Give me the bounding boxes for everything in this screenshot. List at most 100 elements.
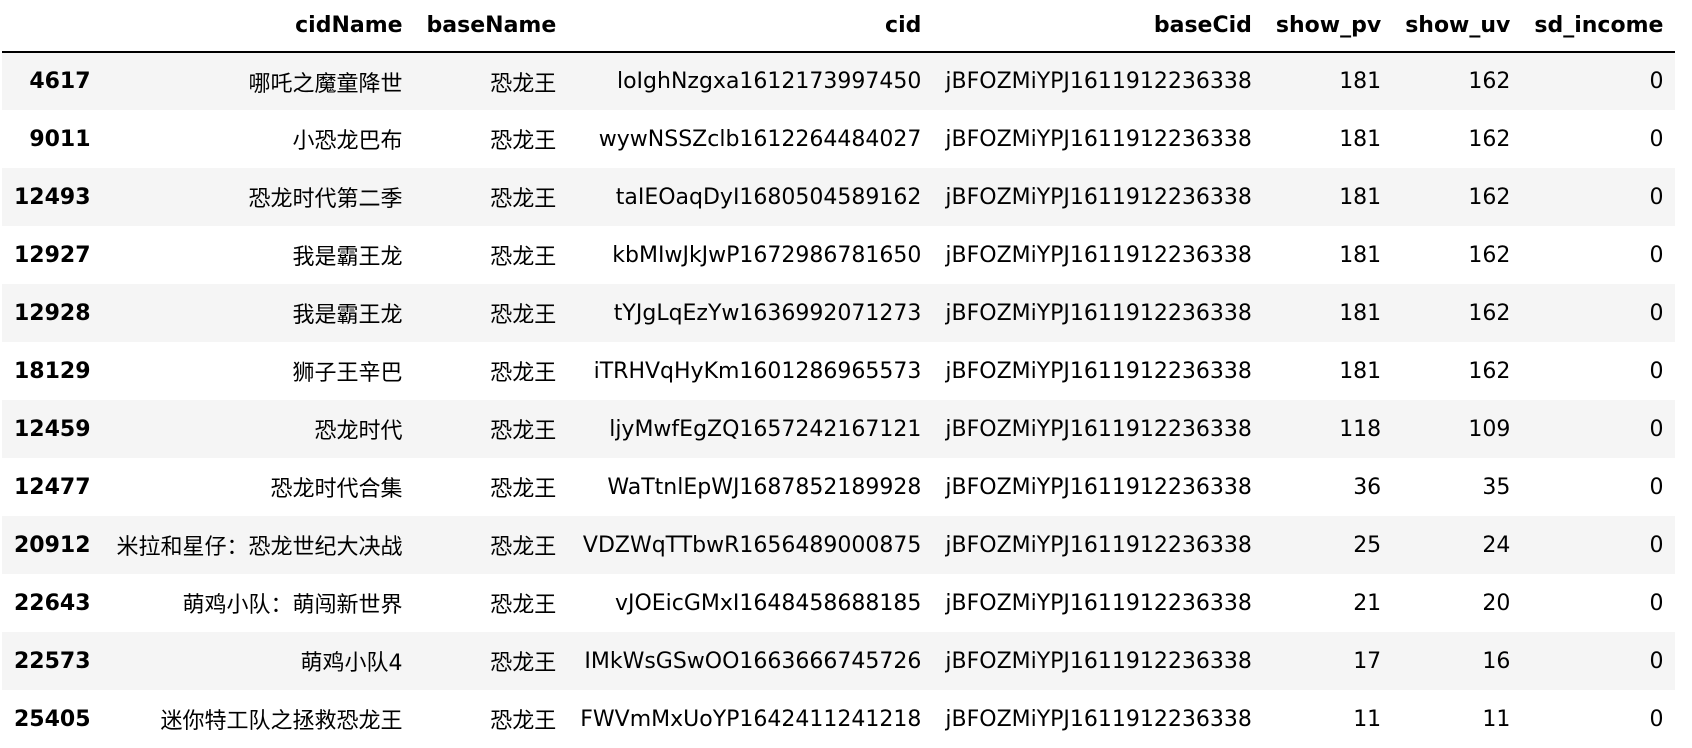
cell-cid: VDZWqTTbwR1656489000875 <box>582 532 922 558</box>
row-index: 4617 <box>29 69 91 94</box>
cell-show-pv: 181 <box>1339 69 1382 94</box>
cell-show-uv: 109 <box>1468 416 1511 442</box>
cell-basename: 恐龙王 <box>490 593 557 618</box>
row-index: 12477 <box>14 474 91 500</box>
cell-sd-income: 0 <box>1649 416 1664 442</box>
row-index: 25405 <box>14 706 91 732</box>
table-row: 20912 米拉和星仔：恐龙世纪大决战 恐龙王 VDZWqTTbwR165648… <box>2 516 1676 574</box>
cell-basecid: jBFOZMiYPJ1611912236338 <box>945 706 1252 732</box>
cell-cidname: 恐龙时代合集 <box>270 477 403 502</box>
cell-cidname: 恐龙时代第二季 <box>248 187 403 212</box>
row-index: 22643 <box>14 590 91 616</box>
cell-show-uv: 162 <box>1468 126 1511 152</box>
cell-cidname: 萌鸡小队：萌闯新世界 <box>182 593 403 618</box>
row-index: 20912 <box>14 532 91 558</box>
cell-cid: tYJgLqEzYw1636992071273 <box>613 300 922 326</box>
cell-show-pv: 181 <box>1339 126 1382 152</box>
cell-basecid: jBFOZMiYPJ1611912236338 <box>945 532 1252 558</box>
cell-basecid: jBFOZMiYPJ1611912236338 <box>945 648 1252 674</box>
cell-basename: 恐龙王 <box>490 535 557 560</box>
cell-cid: iTRHVqHyKm1601286965573 <box>593 358 922 384</box>
cell-cidname: 哪吒之魔童降世 <box>248 71 403 97</box>
cell-basecid: jBFOZMiYPJ1611912236338 <box>945 126 1252 152</box>
cell-cidname: 狮子王辛巴 <box>292 361 403 386</box>
table-row: 4617 哪吒之魔童降世 恐龙王 loIghNzgxa1612173997450… <box>2 52 1676 110</box>
header-show-uv: show_uv <box>1405 13 1511 38</box>
cell-show-pv: 36 <box>1353 474 1382 500</box>
header-basename: baseName <box>426 13 557 38</box>
cell-show-uv: 162 <box>1468 300 1511 326</box>
cell-show-uv: 24 <box>1482 532 1511 558</box>
cell-basecid: jBFOZMiYPJ1611912236338 <box>945 184 1252 210</box>
row-index: 9011 <box>29 126 91 152</box>
cell-cid: FWVmMxUoYP1642411241218 <box>580 706 922 732</box>
header-sd-income: sd_income <box>1534 13 1664 38</box>
cell-basename: 恐龙王 <box>490 129 557 154</box>
cell-sd-income: 0 <box>1649 474 1664 500</box>
dataframe-table: cidName baseName cid baseCid show_pv sho… <box>2 0 1676 748</box>
row-index: 18129 <box>14 358 91 384</box>
table-row: 12928 我是霸王龙 恐龙王 tYJgLqEzYw1636992071273 … <box>2 284 1676 342</box>
cell-cidname: 我是霸王龙 <box>292 245 403 270</box>
table-body: 4617 哪吒之魔童降世 恐龙王 loIghNzgxa1612173997450… <box>2 52 1676 748</box>
cell-basename: 恐龙王 <box>490 303 557 328</box>
row-index: 12459 <box>14 416 91 442</box>
cell-show-pv: 11 <box>1353 706 1382 732</box>
row-index: 12928 <box>14 300 91 326</box>
cell-basecid: jBFOZMiYPJ1611912236338 <box>945 358 1252 384</box>
cell-show-uv: 162 <box>1468 69 1511 94</box>
cell-sd-income: 0 <box>1649 648 1664 674</box>
cell-cidname: 萌鸡小队4 <box>300 651 403 676</box>
cell-basecid: jBFOZMiYPJ1611912236338 <box>945 242 1252 268</box>
cell-show-uv: 162 <box>1468 358 1511 384</box>
cell-sd-income: 0 <box>1649 69 1664 94</box>
cell-show-uv: 20 <box>1482 590 1511 616</box>
cell-cidname: 小恐龙巴布 <box>292 129 403 154</box>
cell-sd-income: 0 <box>1649 358 1664 384</box>
cell-show-pv: 181 <box>1339 242 1382 268</box>
row-index: 22573 <box>14 648 91 674</box>
cell-cid: loIghNzgxa1612173997450 <box>616 69 922 94</box>
cell-cid: ljyMwfEgZQ1657242167121 <box>609 416 922 442</box>
header-index <box>2 0 103 52</box>
table-row: 9011 小恐龙巴布 恐龙王 wywNSSZclb1612264484027 j… <box>2 110 1676 168</box>
header-basecid: baseCid <box>1153 13 1252 38</box>
cell-sd-income: 0 <box>1649 590 1664 616</box>
header-show-pv: show_pv <box>1275 13 1382 38</box>
cell-show-pv: 17 <box>1353 648 1382 674</box>
table-row: 18129 狮子王辛巴 恐龙王 iTRHVqHyKm1601286965573 … <box>2 342 1676 400</box>
cell-basecid: jBFOZMiYPJ1611912236338 <box>945 474 1252 500</box>
cell-sd-income: 0 <box>1649 184 1664 210</box>
cell-basecid: jBFOZMiYPJ1611912236338 <box>945 590 1252 616</box>
cell-basename: 恐龙王 <box>490 361 557 386</box>
cell-cid: WaTtnlEpWJ1687852189928 <box>607 474 922 500</box>
table-row: 22573 萌鸡小队4 恐龙王 IMkWsGSwOO1663666745726 … <box>2 632 1676 690</box>
table-row: 12927 我是霸王龙 恐龙王 kbMIwJkJwP1672986781650 … <box>2 226 1676 284</box>
cell-basename: 恐龙王 <box>490 419 557 444</box>
cell-cidname: 迷你特工队之拯救恐龙王 <box>160 709 403 734</box>
header-row: cidName baseName cid baseCid show_pv sho… <box>2 0 1676 52</box>
cell-cidname: 恐龙时代 <box>314 419 403 444</box>
header-cid: cid <box>885 13 922 38</box>
cell-basename: 恐龙王 <box>490 709 557 734</box>
cell-basecid: jBFOZMiYPJ1611912236338 <box>945 300 1252 326</box>
cell-show-pv: 21 <box>1353 590 1382 616</box>
cell-show-uv: 162 <box>1468 184 1511 210</box>
cell-sd-income: 0 <box>1649 242 1664 268</box>
table-row: 12459 恐龙时代 恐龙王 ljyMwfEgZQ1657242167121 j… <box>2 400 1676 458</box>
cell-cid: IMkWsGSwOO1663666745726 <box>584 648 922 674</box>
table-header: cidName baseName cid baseCid show_pv sho… <box>2 0 1676 52</box>
cell-show-pv: 118 <box>1339 416 1382 442</box>
table-row: 22643 萌鸡小队：萌闯新世界 恐龙王 vJOEicGMxI164845868… <box>2 574 1676 632</box>
table-row: 12493 恐龙时代第二季 恐龙王 taIEOaqDyI168050458916… <box>2 168 1676 226</box>
cell-show-pv: 181 <box>1339 300 1382 326</box>
cell-basename: 恐龙王 <box>490 651 557 676</box>
cell-basename: 恐龙王 <box>490 71 557 97</box>
header-cidname: cidName <box>295 13 403 38</box>
cell-basecid: jBFOZMiYPJ1611912236338 <box>945 69 1252 94</box>
cell-show-pv: 181 <box>1339 184 1382 210</box>
cell-cid: kbMIwJkJwP1672986781650 <box>612 242 922 268</box>
row-index: 12927 <box>14 242 91 268</box>
cell-cidname: 我是霸王龙 <box>292 303 403 328</box>
cell-sd-income: 0 <box>1649 126 1664 152</box>
